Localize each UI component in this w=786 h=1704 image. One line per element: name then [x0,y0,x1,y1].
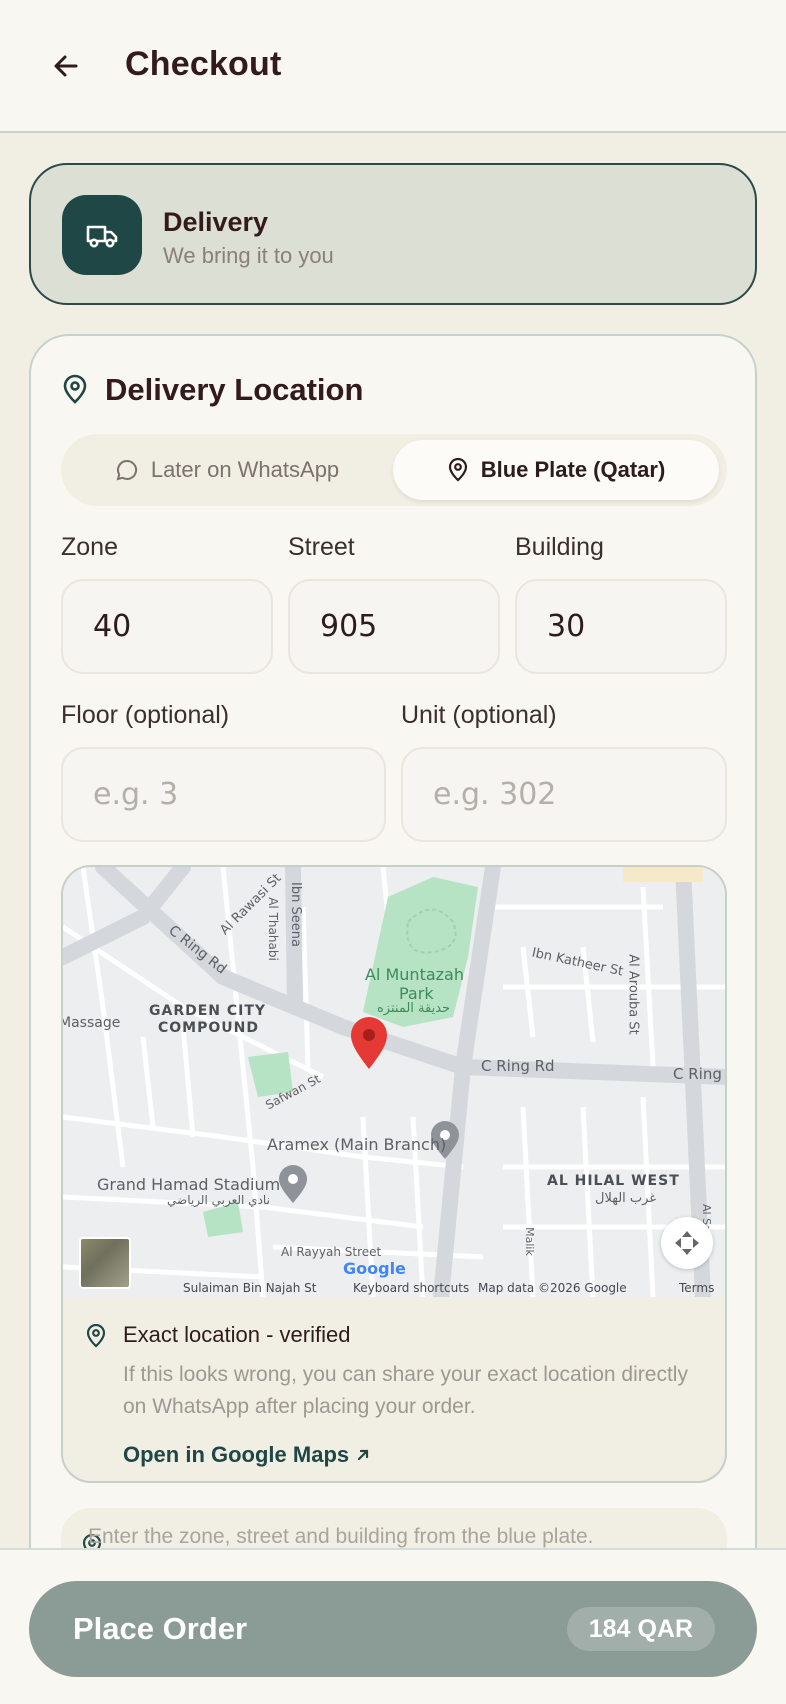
map-label: غرب الهلال [595,1191,657,1206]
map-label: حديقة المنتزه [377,1001,451,1016]
map-label: Al Rayyah Street [281,1245,382,1259]
satellite-toggle[interactable] [79,1237,131,1289]
external-link-icon [358,1449,369,1461]
expand-arrows-icon [675,1231,699,1255]
street-label: Street [288,533,355,561]
arrow-left-icon [54,55,78,77]
page-title: Checkout [125,45,282,83]
map-label: Al Thahabi [265,897,280,961]
map-label: AL HILAL WEST [547,1173,680,1189]
verified-description: If this looks wrong, you can share your … [123,1363,688,1418]
map-label: Ibn Seena [287,882,303,947]
floor-input[interactable]: e.g. 3 [61,747,386,842]
map-label: Al Arouba St [625,954,641,1035]
location-method-toggle: Later on WhatsApp Blue Plate (Qatar) [61,434,727,506]
google-logo: Google [343,1259,406,1278]
terms-link[interactable]: Terms [679,1281,714,1295]
option-label: Blue Plate (Qatar) [480,457,666,482]
back-button[interactable] [44,44,88,88]
order-total-badge: 184 QAR [566,1607,715,1651]
keyboard-shortcuts-link[interactable]: Keyboard shortcuts [353,1281,469,1295]
map-label: Aramex (Main Branch) [267,1135,447,1154]
google-map[interactable]: Al Rawasi St Ibn Seena Al Thahabi C Ring… [61,867,725,1297]
option-label: Later on WhatsApp [150,457,340,482]
map-label: نادي العربي الرياضي [167,1193,270,1207]
option-later-whatsapp[interactable]: Later on WhatsApp [67,440,387,500]
place-order-label: Place Order [73,1611,248,1646]
map-label: GARDEN CITY [149,1003,267,1019]
unit-label: Unit (optional) [401,701,557,729]
verified-status: Exact location - verified [123,1322,351,1347]
map-pin-icon [86,1324,106,1348]
link-label: Open in Google Maps [123,1442,350,1467]
map-pin-icon [63,374,87,404]
map-streets [63,867,725,1297]
map-label: Grand Hamad Stadium [97,1175,281,1194]
open-google-maps-link[interactable]: Open in Google Maps [123,1442,371,1468]
hint-text: Enter the zone, street and building from… [88,1525,594,1548]
map-data-attribution: Map data ©2026 Google [478,1281,627,1295]
street-input[interactable]: 905 [288,579,500,674]
map-pin-icon [448,458,467,482]
option-blue-plate[interactable]: Blue Plate (Qatar) [393,440,719,500]
delivery-location-card: Delivery Location Later on WhatsApp Blue… [29,334,757,1704]
map-label: Malik [522,1227,536,1256]
checkout-footer: Place Order 184 QAR [0,1548,786,1704]
map-label: Al Muntazah [365,965,464,984]
section-title: Delivery Location [105,372,364,407]
app-header: Checkout [0,0,786,133]
map-label: Massage [61,1015,121,1031]
building-label: Building [515,533,604,561]
map-container: Al Rawasi St Ibn Seena Al Thahabi C Ring… [61,865,727,1483]
map-label: COMPOUND [158,1020,259,1036]
delivery-option-card[interactable]: Delivery We bring it to you [29,163,757,305]
unit-input[interactable]: e.g. 302 [401,747,727,842]
delivery-title: Delivery [163,207,269,237]
zone-input[interactable]: 40 [61,579,273,674]
map-footer-street: Sulaiman Bin Najah St [183,1281,317,1295]
map-fullscreen-button[interactable] [661,1217,713,1269]
zone-label: Zone [61,533,118,561]
truck-icon [62,195,142,275]
map-label: C Ring [673,1065,722,1083]
building-input[interactable]: 30 [515,579,727,674]
floor-label: Floor (optional) [61,701,230,729]
delivery-subtitle: We bring it to you [163,243,334,268]
map-label: C Ring Rd [481,1057,555,1075]
chat-bubble-icon [116,459,137,481]
place-order-button[interactable]: Place Order 184 QAR [29,1581,757,1677]
